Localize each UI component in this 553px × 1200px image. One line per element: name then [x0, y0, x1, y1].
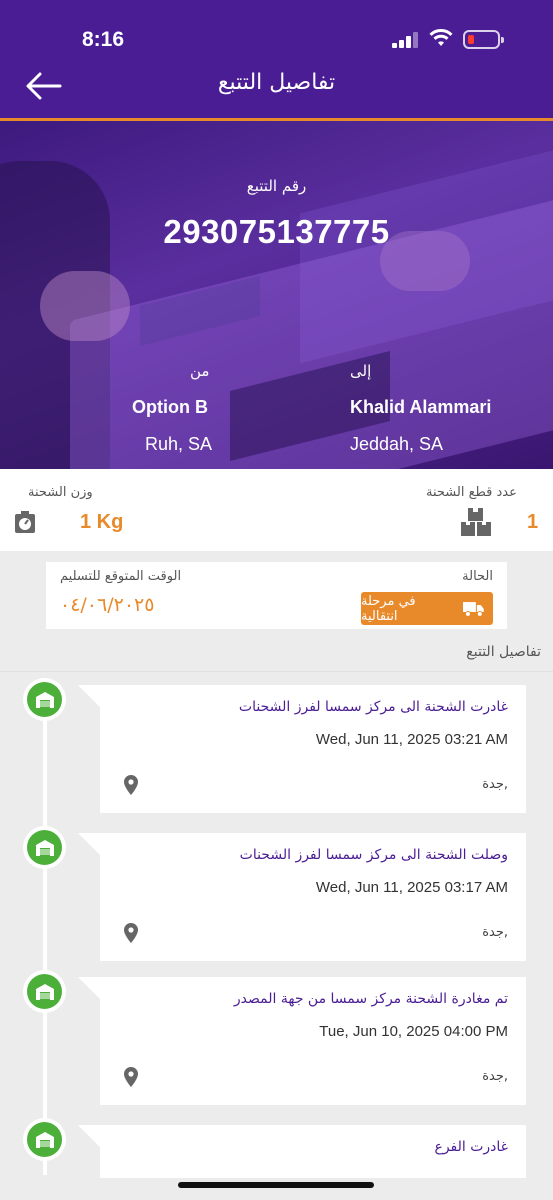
warehouse-icon [23, 1118, 66, 1161]
event-location: جدة, [482, 777, 508, 792]
event-title: تم مغادرة الشحنة مركز سمسا من جهة المصدر [233, 991, 508, 1007]
location-pin-icon [124, 923, 138, 943]
event-date: Wed, Jun 11, 2025 03:17 AM [315, 879, 508, 896]
event-location: جدة, [482, 1069, 508, 1084]
event-title: غادرت الشحنة الى مركز سمسا لفرز الشحنات [238, 699, 508, 715]
from-label: من [190, 362, 210, 380]
timeline-event[interactable]: وصلت الشحنة الى مركز سمسا لفرز الشحنات W… [0, 826, 553, 966]
status-card: الوقت المتوقع للتسليم ٠٤/٠٦/٢٠٢٥ الحالة … [46, 562, 507, 629]
to-label: إلى [350, 362, 372, 380]
tracking-label: رقم التتبع [246, 177, 307, 195]
sender-city: Ruh, SA [145, 434, 213, 454]
cellular-signal-icon [392, 32, 418, 48]
warehouse-icon [23, 678, 66, 721]
warehouse-icon [23, 970, 66, 1013]
shipment-info-row: وزن الشحنة 1 Kg عدد قطع الشحنة 1 [0, 469, 553, 551]
eta-label: الوقت المتوقع للتسليم [60, 569, 182, 584]
app-header: 8:16 تفاصيل التتبع [0, 0, 553, 121]
battery-icon [463, 30, 504, 49]
divider [0, 671, 553, 672]
status-badge-text: في مرحلة انتقالية [361, 593, 416, 624]
event-date: Wed, Jun 11, 2025 03:21 AM [315, 731, 508, 748]
weight-value: 1 Kg [80, 511, 124, 533]
event-card: وصلت الشحنة الى مركز سمسا لفرز الشحنات W… [100, 833, 526, 961]
timeline-event[interactable]: تم مغادرة الشحنة مركز سمسا من جهة المصدر… [0, 970, 553, 1110]
tracking-details-heading: تفاصيل التتبع [466, 644, 541, 660]
event-card: تم مغادرة الشحنة مركز سمسا من جهة المصدر… [100, 977, 526, 1105]
event-card: غادرت الفرع [100, 1125, 526, 1178]
pieces-value: 1 [527, 511, 539, 533]
pieces-label: عدد قطع الشحنة [426, 485, 517, 500]
location-pin-icon [124, 775, 138, 795]
event-title: وصلت الشحنة الى مركز سمسا لفرز الشحنات [239, 847, 508, 863]
weight-label: وزن الشحنة [28, 485, 93, 500]
boxes-icon [461, 508, 491, 536]
event-title: غادرت الفرع [434, 1139, 508, 1155]
scale-icon [15, 511, 35, 533]
event-location: جدة, [482, 925, 508, 940]
event-card: غادرت الشحنة الى مركز سمسا لفرز الشحنات … [100, 685, 526, 813]
truck-icon [463, 601, 485, 617]
status-time: 8:16 [82, 28, 125, 51]
status-badge: في مرحلة انتقالية [361, 592, 493, 625]
status-label: الحالة [462, 569, 493, 584]
page-title: تفاصيل التتبع [217, 70, 336, 95]
shipment-hero: رقم التتبع 293075137775 إلى Khalid Alamm… [0, 121, 553, 469]
tracking-number: 293075137775 [163, 213, 390, 250]
eta-value: ٠٤/٠٦/٢٠٢٥ [60, 594, 155, 616]
recipient-name: Khalid Alammari [350, 397, 492, 417]
event-date: Tue, Jun 10, 2025 04:00 PM [319, 1023, 508, 1040]
sender-name: Option B [132, 397, 208, 417]
timeline-event[interactable]: غادرت الفرع [0, 1118, 553, 1178]
location-pin-icon [124, 1067, 138, 1087]
recipient-city: Jeddah, SA [350, 434, 444, 454]
home-indicator[interactable] [178, 1182, 374, 1188]
wifi-icon [429, 29, 453, 46]
warehouse-icon [23, 826, 66, 869]
timeline-event[interactable]: غادرت الشحنة الى مركز سمسا لفرز الشحنات … [0, 678, 553, 818]
